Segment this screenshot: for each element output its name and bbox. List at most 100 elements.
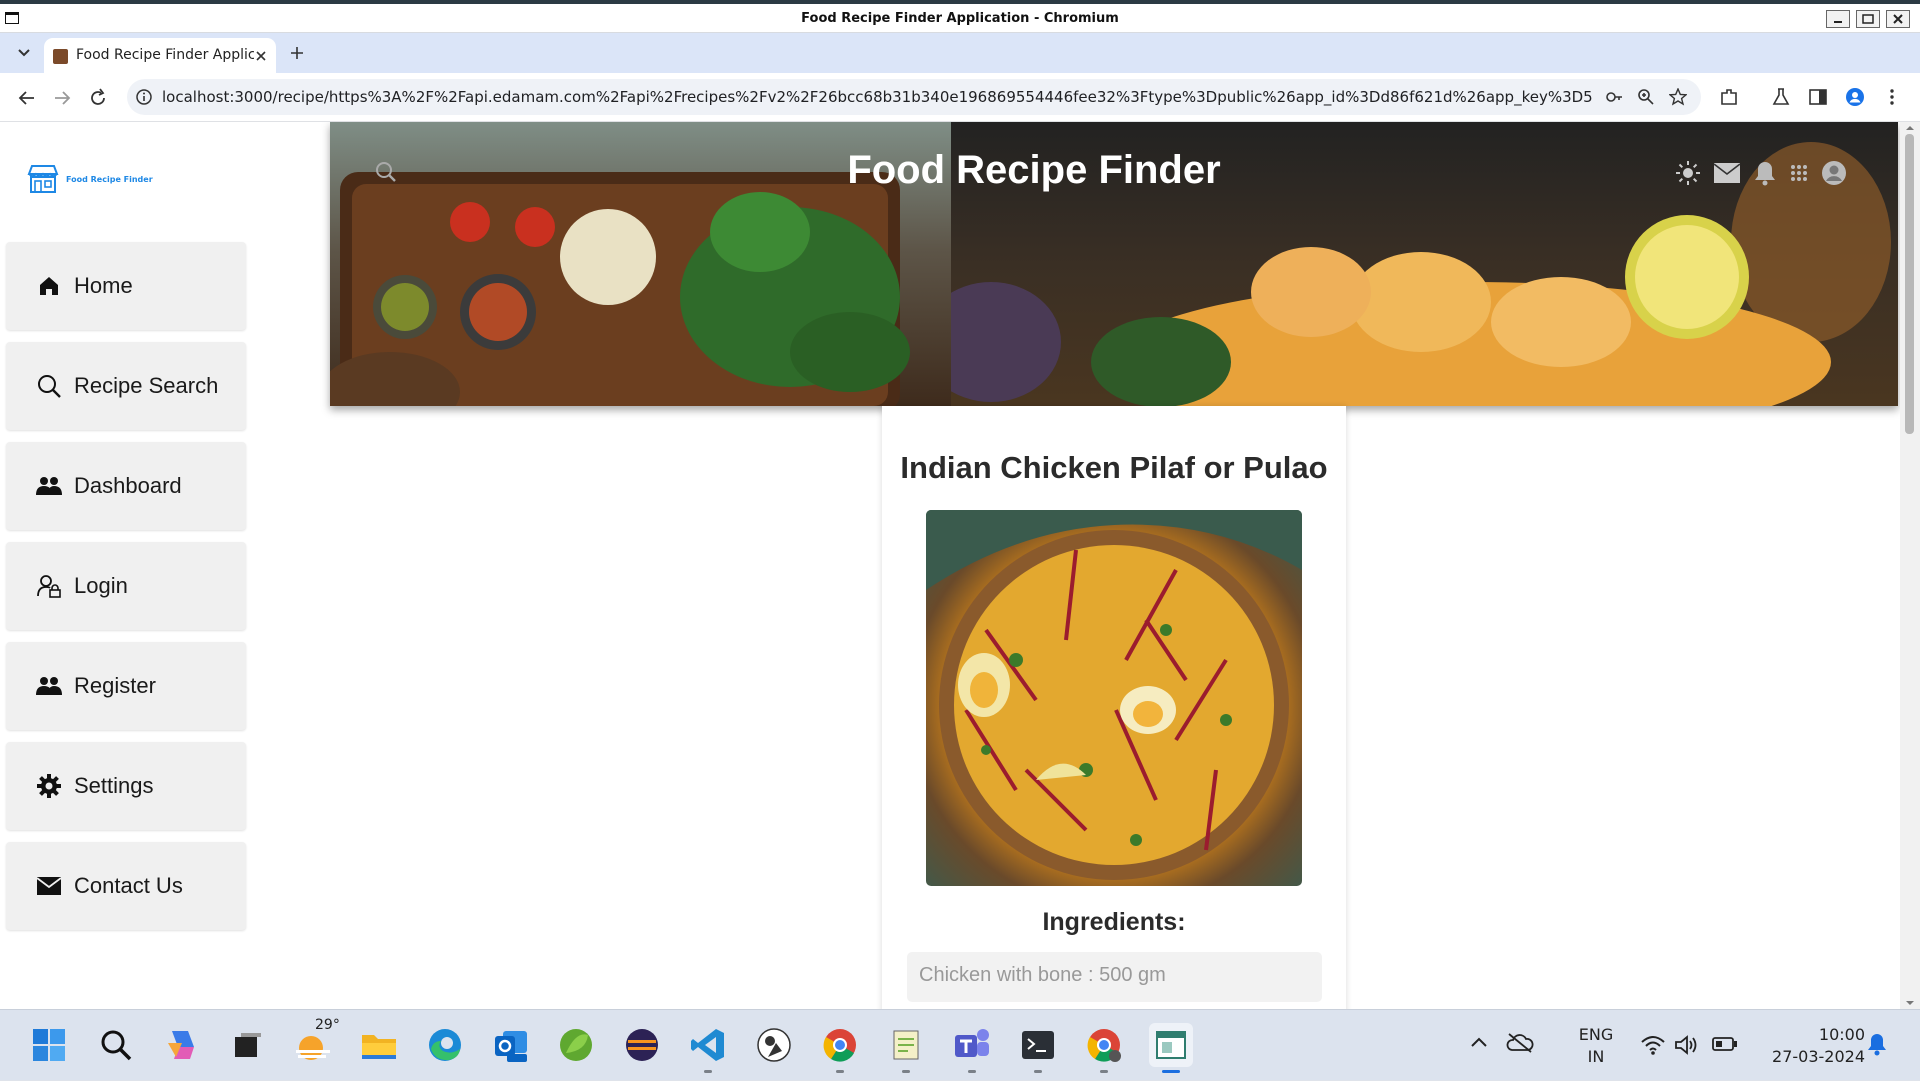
header-icons [1675,160,1847,186]
sun-icon[interactable] [1675,160,1701,186]
extensions-icon[interactable] [1719,87,1739,107]
clock[interactable]: 10:00 27-03-2024 [1755,1024,1865,1068]
url-text[interactable]: localhost:3000/recipe/https%3A%2F%2Fapi.… [162,88,1592,106]
bell-icon[interactable] [1753,160,1777,186]
active-app-icon[interactable] [1149,1023,1193,1073]
chrome-icon[interactable] [818,1023,862,1073]
favicon-icon [53,49,68,64]
profile-icon[interactable] [1821,160,1847,186]
cloud-offline-icon[interactable] [1506,1032,1534,1054]
terminal-icon[interactable] [1016,1023,1060,1073]
forward-icon[interactable] [51,87,73,109]
sidebar-item-label: Home [74,273,133,298]
key-icon[interactable] [1605,88,1623,106]
tab-active[interactable]: Food Recipe Finder Applic [44,38,276,73]
side-panel-icon[interactable] [1808,87,1828,107]
window-title: Food Recipe Finder Application - Chromiu… [801,11,1119,26]
sidebar-item-contact-us[interactable]: Contact Us [6,842,246,930]
weather-widget[interactable]: 29° [291,1017,342,1067]
taskbar-search-icon[interactable] [94,1023,138,1067]
chromium-profile-icon[interactable] [1082,1023,1126,1073]
address-bar[interactable]: localhost:3000/recipe/https%3A%2F%2Fapi.… [127,79,1701,115]
sidebar-item-dashboard[interactable]: Dashboard [6,442,246,530]
tab-search-button[interactable] [12,41,36,65]
sidebar-item-label: Recipe Search [74,373,219,398]
file-explorer-icon[interactable] [357,1023,401,1067]
profile-avatar-icon[interactable] [1845,87,1865,107]
eclipse-icon[interactable] [620,1023,664,1067]
lang-line1: ENG [1578,1025,1614,1044]
header-banner: Food Recipe Finder [330,122,1898,406]
brand-name: Food Recipe Finder [66,174,153,184]
taskbar: 29° ENG IN 10:00 27-03-2024 [0,1009,1920,1080]
minimize-button[interactable] [1826,10,1850,28]
clock-time: 10:00 [1818,1025,1865,1044]
sidebar-item-home[interactable]: Home [6,242,246,330]
reload-icon[interactable] [87,87,109,109]
sidebar-item-label: Settings [74,773,154,798]
sidebar-item-label: Dashboard [74,473,182,498]
scroll-up-icon [1906,126,1914,130]
clock-date: 27-03-2024 [1772,1047,1865,1066]
people-icon [36,473,62,499]
sidebar-item-label: Login [74,573,128,598]
ingredients-heading: Ingredients: [1042,908,1186,936]
sidebar-item-register[interactable]: Register [6,642,246,730]
mail-icon[interactable] [1713,162,1741,184]
brand[interactable]: Food Recipe Finder [26,164,153,194]
recipe-image [926,510,1302,886]
weather-temp: 29° [313,1017,342,1033]
mail-icon [36,873,62,899]
outlook-new-icon[interactable] [489,1023,533,1067]
search-icon [36,373,62,399]
apps-grid-icon[interactable] [1789,163,1809,183]
gear-icon [36,773,62,799]
page-scrollbar[interactable] [1900,122,1920,1009]
zoom-icon[interactable] [1637,88,1655,106]
more-menu-icon[interactable] [1882,87,1902,107]
people-icon [36,673,62,699]
browser-toolbar: localhost:3000/recipe/https%3A%2F%2Fapi.… [0,73,1920,122]
page-title: Food Recipe Finder [847,148,1221,192]
maximize-button[interactable] [1856,10,1880,28]
teams-icon[interactable] [950,1023,994,1073]
recipe-title: Indian Chicken Pilaf or Pulao [900,450,1328,485]
close-window-button[interactable] [1886,10,1910,28]
window-title-bar: Food Recipe Finder Application - Chromiu… [0,0,1920,33]
sidebar-item-label: Register [74,673,156,698]
edge-icon[interactable] [423,1023,467,1067]
page-content: Food Recipe Finder Home Recipe Search Da… [0,122,1920,1009]
close-tab-icon[interactable] [253,48,269,64]
back-icon[interactable] [16,87,38,109]
vscode-icon[interactable] [686,1023,730,1073]
sidebar-item-recipe-search[interactable]: Recipe Search [6,342,246,430]
bookmark-star-icon[interactable] [1669,88,1687,106]
scroll-down-icon [1906,1001,1914,1005]
tab-strip: Food Recipe Finder Applic [0,33,1920,73]
chevron-down-icon [18,49,30,57]
sidebar-item-label: Contact Us [74,873,183,898]
labs-flask-icon[interactable] [1771,87,1791,107]
battery-icon[interactable] [1712,1036,1738,1052]
sidebar-item-settings[interactable]: Settings [6,742,246,830]
notepad-plus-icon[interactable] [884,1023,928,1073]
notification-bell-icon[interactable] [1866,1032,1888,1056]
new-tab-icon[interactable] [287,43,307,63]
recipe-card: Indian Chicken Pilaf or Pulao Ingredient… [882,406,1346,1009]
wifi-icon[interactable] [1640,1034,1666,1056]
lang-line2: IN [1587,1047,1605,1066]
site-info-icon[interactable] [135,88,153,106]
start-button[interactable] [27,1023,71,1067]
volume-icon[interactable] [1674,1034,1700,1056]
sidebar: Food Recipe Finder Home Recipe Search Da… [0,122,252,1009]
sidebar-item-login[interactable]: Login [6,542,246,630]
scrollbar-thumb[interactable] [1905,134,1914,434]
language-indicator[interactable]: ENG IN [1568,1024,1624,1068]
home-icon [36,273,62,299]
ingredient-item: Chicken with bone : 500 gm [907,952,1322,1002]
postman-icon[interactable] [752,1023,796,1067]
copilot-icon[interactable] [160,1023,204,1067]
spring-tools-icon[interactable] [554,1023,598,1067]
task-view-icon[interactable] [226,1023,270,1067]
chevron-up-icon[interactable] [1470,1036,1488,1048]
